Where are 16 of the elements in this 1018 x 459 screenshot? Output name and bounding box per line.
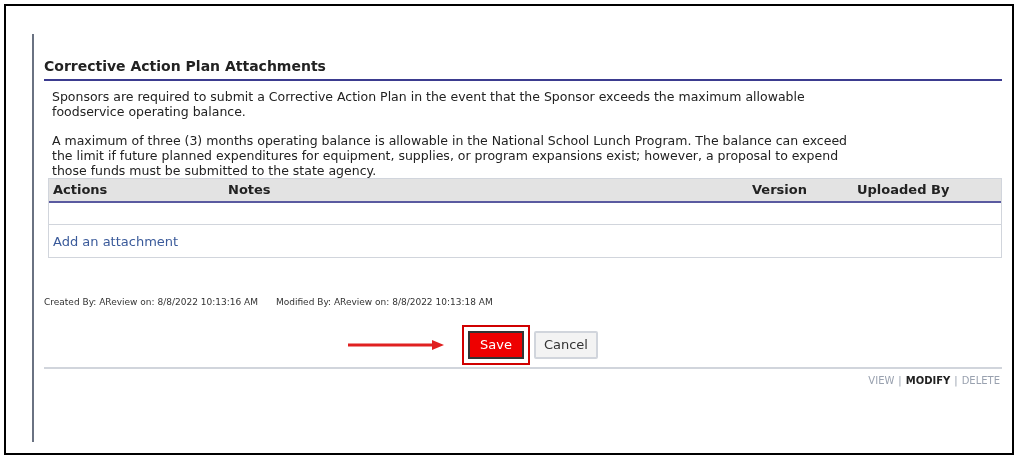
column-header: Version [752,181,808,199]
save-button[interactable]: Save [468,331,524,359]
column-header: Notes [228,181,272,199]
description-paragraph: A maximum of three (3) months operating balance is allowable in the National School Lunch Program. The balance can exceed the limit if future planned expenditures for equipment, supplies, or program expansions exist; however, a proposal to expend those funds must be submitted to the state agency. [52,133,848,178]
arrow-icon [348,339,444,350]
audit-text: Created By: AReview on: 8/8/2022 10:13:16 AM [44,295,258,309]
audit-text: Modified By: AReview on: 8/8/2022 10:13:18 AM [275,295,493,309]
section-title: Corrective Action Plan Attachments [44,56,1002,81]
separator: | [954,373,958,388]
add-attachment-link[interactable]: Add an attachment [53,233,179,249]
mode-link[interactable]: MODIFY [905,372,951,388]
column-header: Uploaded By [857,181,951,199]
separator: | [898,373,902,388]
cancel-button[interactable]: Cancel [533,331,598,359]
column-header: Actions [53,181,109,199]
description-paragraph: Sponsors are required to submit a Corrective Action Plan in the event that the Sponsor exceeds the maximum allowable foodservice operating balance. [52,89,806,119]
